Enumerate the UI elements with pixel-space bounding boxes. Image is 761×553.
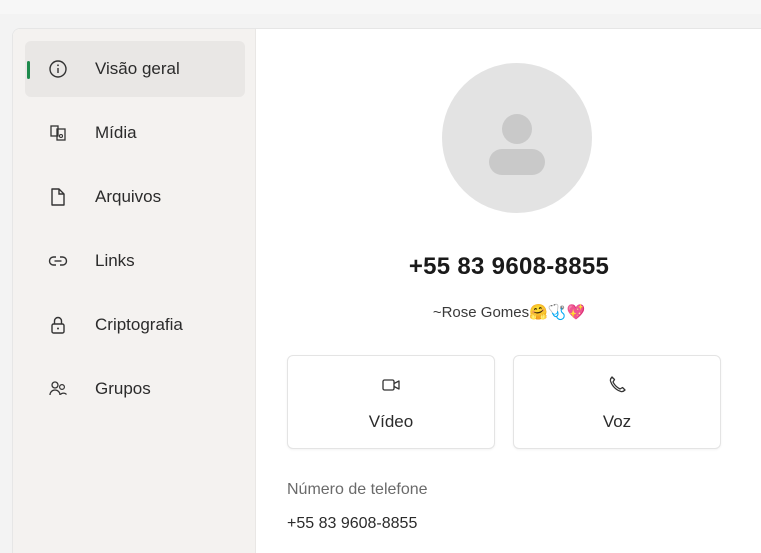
sidebar-item-encryption[interactable]: Criptografia (25, 297, 245, 353)
video-call-label: Vídeo (368, 412, 414, 431)
sidebar-item-label: Links (95, 251, 135, 270)
phone-number-value[interactable]: +55 83 9608-8855 (287, 515, 417, 533)
phone-number-label: Número de telefone (287, 481, 428, 498)
sidebar-item-overview[interactable]: Visão geral (25, 41, 245, 97)
sidebar-item-groups[interactable]: Grupos (25, 361, 245, 417)
sidebar-item-media[interactable]: Mídia (25, 105, 245, 161)
sidebar-item-label: Visão geral (95, 59, 180, 78)
avatar[interactable] (442, 63, 592, 213)
video-call-button[interactable]: Vídeo (287, 355, 495, 449)
sidebar-item-label: Criptografia (95, 315, 183, 334)
groups-icon (49, 381, 67, 396)
sidebar-item-label: Arquivos (95, 187, 162, 206)
voice-call-label: Voz (602, 412, 632, 431)
title-bar (0, 0, 761, 14)
voice-call-button[interactable]: Voz (513, 355, 721, 449)
info-icon (49, 60, 67, 78)
contact-details: +55 83 9608-8855 ~Rose Gomes🤗🩺💖 Vídeo Vo… (256, 29, 761, 553)
contact-phone-title: +55 83 9608-8855 (408, 253, 610, 280)
sidebar-item-files[interactable]: Arquivos (25, 169, 245, 225)
sidebar-item-links[interactable]: Links (25, 233, 245, 289)
active-indicator (27, 61, 30, 79)
sidebar-item-label: Mídia (95, 123, 137, 142)
contact-nickname: ~Rose Gomes🤗🩺💖 (432, 304, 586, 321)
person-placeholder-icon (489, 114, 545, 175)
media-icon (50, 125, 66, 141)
sidebar-item-label: Grupos (95, 379, 151, 398)
video-camera-icon (382, 379, 400, 391)
lock-icon (51, 316, 65, 334)
file-icon (51, 188, 65, 206)
link-icon (48, 256, 68, 266)
contact-info-panel: Visão geral Mídia Arquivos Links Criptog… (12, 28, 761, 553)
sidebar: Visão geral Mídia Arquivos Links Criptog… (13, 29, 256, 553)
phone-icon (609, 376, 626, 393)
